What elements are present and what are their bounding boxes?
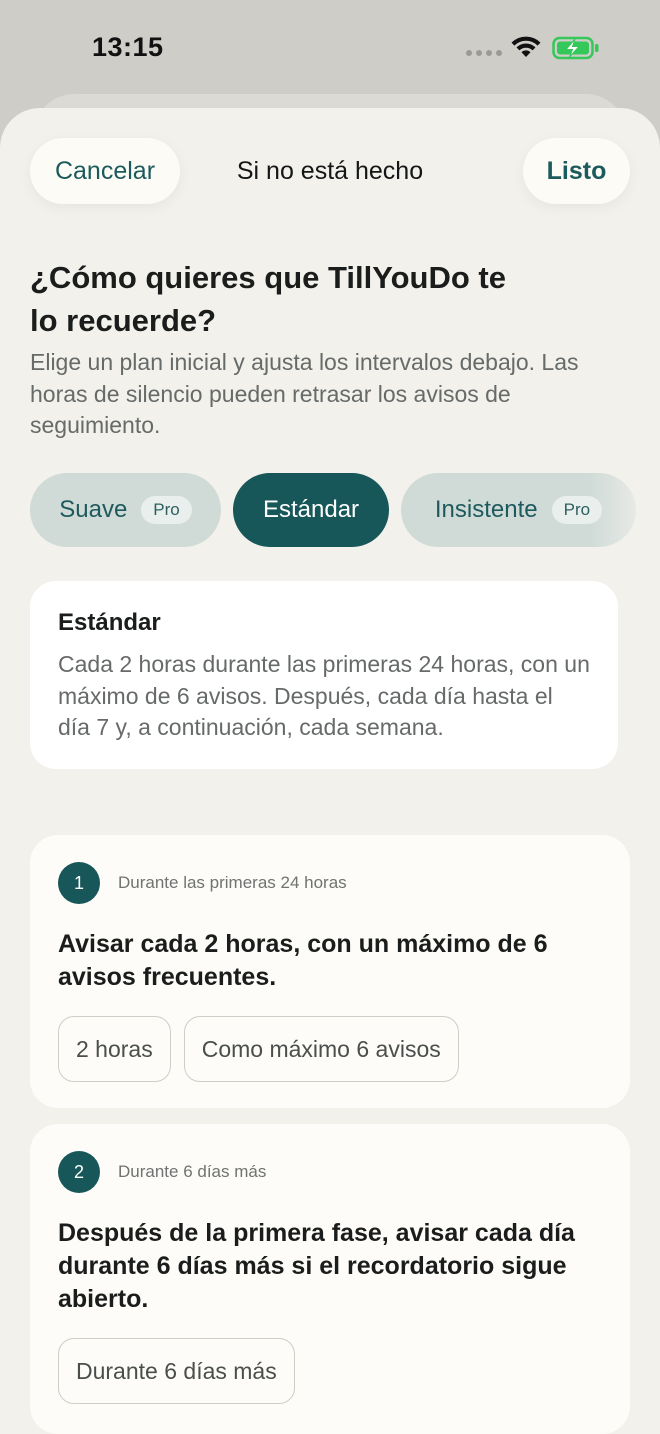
phase-description: Después de la primera fase, avisar cada …	[58, 1219, 575, 1313]
phase-label: Durante 6 días más	[118, 1162, 267, 1181]
heading-line-1: ¿Cómo quieres que TillYouDo te	[30, 260, 506, 295]
max-reminders-chip[interactable]: Como máximo 6 avisos	[183, 1016, 459, 1082]
status-bar: 13:15	[0, 0, 660, 100]
pro-badge: Pro	[141, 496, 192, 524]
reminder-settings-sheet: Cancelar Si no está hecho Listo ¿Cómo qu…	[0, 108, 660, 1434]
phase-header: 1 Durante las primeras 24 horas	[58, 862, 602, 904]
preset-standard-button[interactable]: Estándar	[233, 473, 389, 547]
sheet-title: Si no está hecho	[236, 156, 424, 185]
phase-label: Durante las primeras 24 horas	[118, 873, 347, 892]
preset-label: Insistente	[434, 496, 538, 523]
preset-label: Estándar	[262, 496, 360, 523]
summary-title: Estándar	[58, 609, 161, 636]
summary-description: Cada 2 horas durante las primeras 24 hor…	[58, 651, 590, 740]
preset-summary-card: Estándar Cada 2 horas durante las primer…	[30, 581, 618, 769]
phase-number-badge: 1	[58, 862, 100, 904]
phase-number-badge: 2	[58, 1151, 100, 1193]
heading-line-2: lo recuerde?	[30, 303, 217, 338]
status-time: 13:15	[92, 32, 164, 62]
phase-options: Durante 6 días más	[58, 1338, 602, 1404]
battery-charging-icon	[552, 36, 599, 60]
cellular-signal-icon	[466, 50, 502, 56]
phase-description: Avisar cada 2 horas, con un máximo de 6 …	[58, 930, 548, 991]
phase-card-2: 2 Durante 6 días más Después de la prime…	[30, 1124, 630, 1434]
preset-label: Suave	[59, 496, 128, 523]
interval-chip[interactable]: 2 horas	[58, 1016, 171, 1082]
done-button[interactable]: Listo	[523, 138, 630, 204]
phase-card-1: 1 Durante las primeras 24 horas Avisar c…	[30, 835, 630, 1108]
nav-bar: Cancelar Si no está hecho Listo	[0, 138, 660, 204]
phase-header: 2 Durante 6 días más	[58, 1151, 602, 1193]
cancel-button[interactable]: Cancelar	[30, 138, 180, 204]
duration-chip[interactable]: Durante 6 días más	[58, 1338, 295, 1404]
page-heading: ¿Cómo quieres que TillYouDo te lo recuer…	[30, 256, 530, 342]
phase-options: 2 horas Como máximo 6 avisos	[58, 1016, 602, 1082]
preset-selector: Suave Pro Estándar Insistente Pro	[30, 473, 660, 547]
wifi-icon	[511, 36, 541, 57]
scroll-fade	[590, 473, 660, 547]
preset-soft-button[interactable]: Suave Pro	[30, 473, 221, 547]
page-description: Elige un plan inicial y ajusta los inter…	[30, 349, 579, 438]
